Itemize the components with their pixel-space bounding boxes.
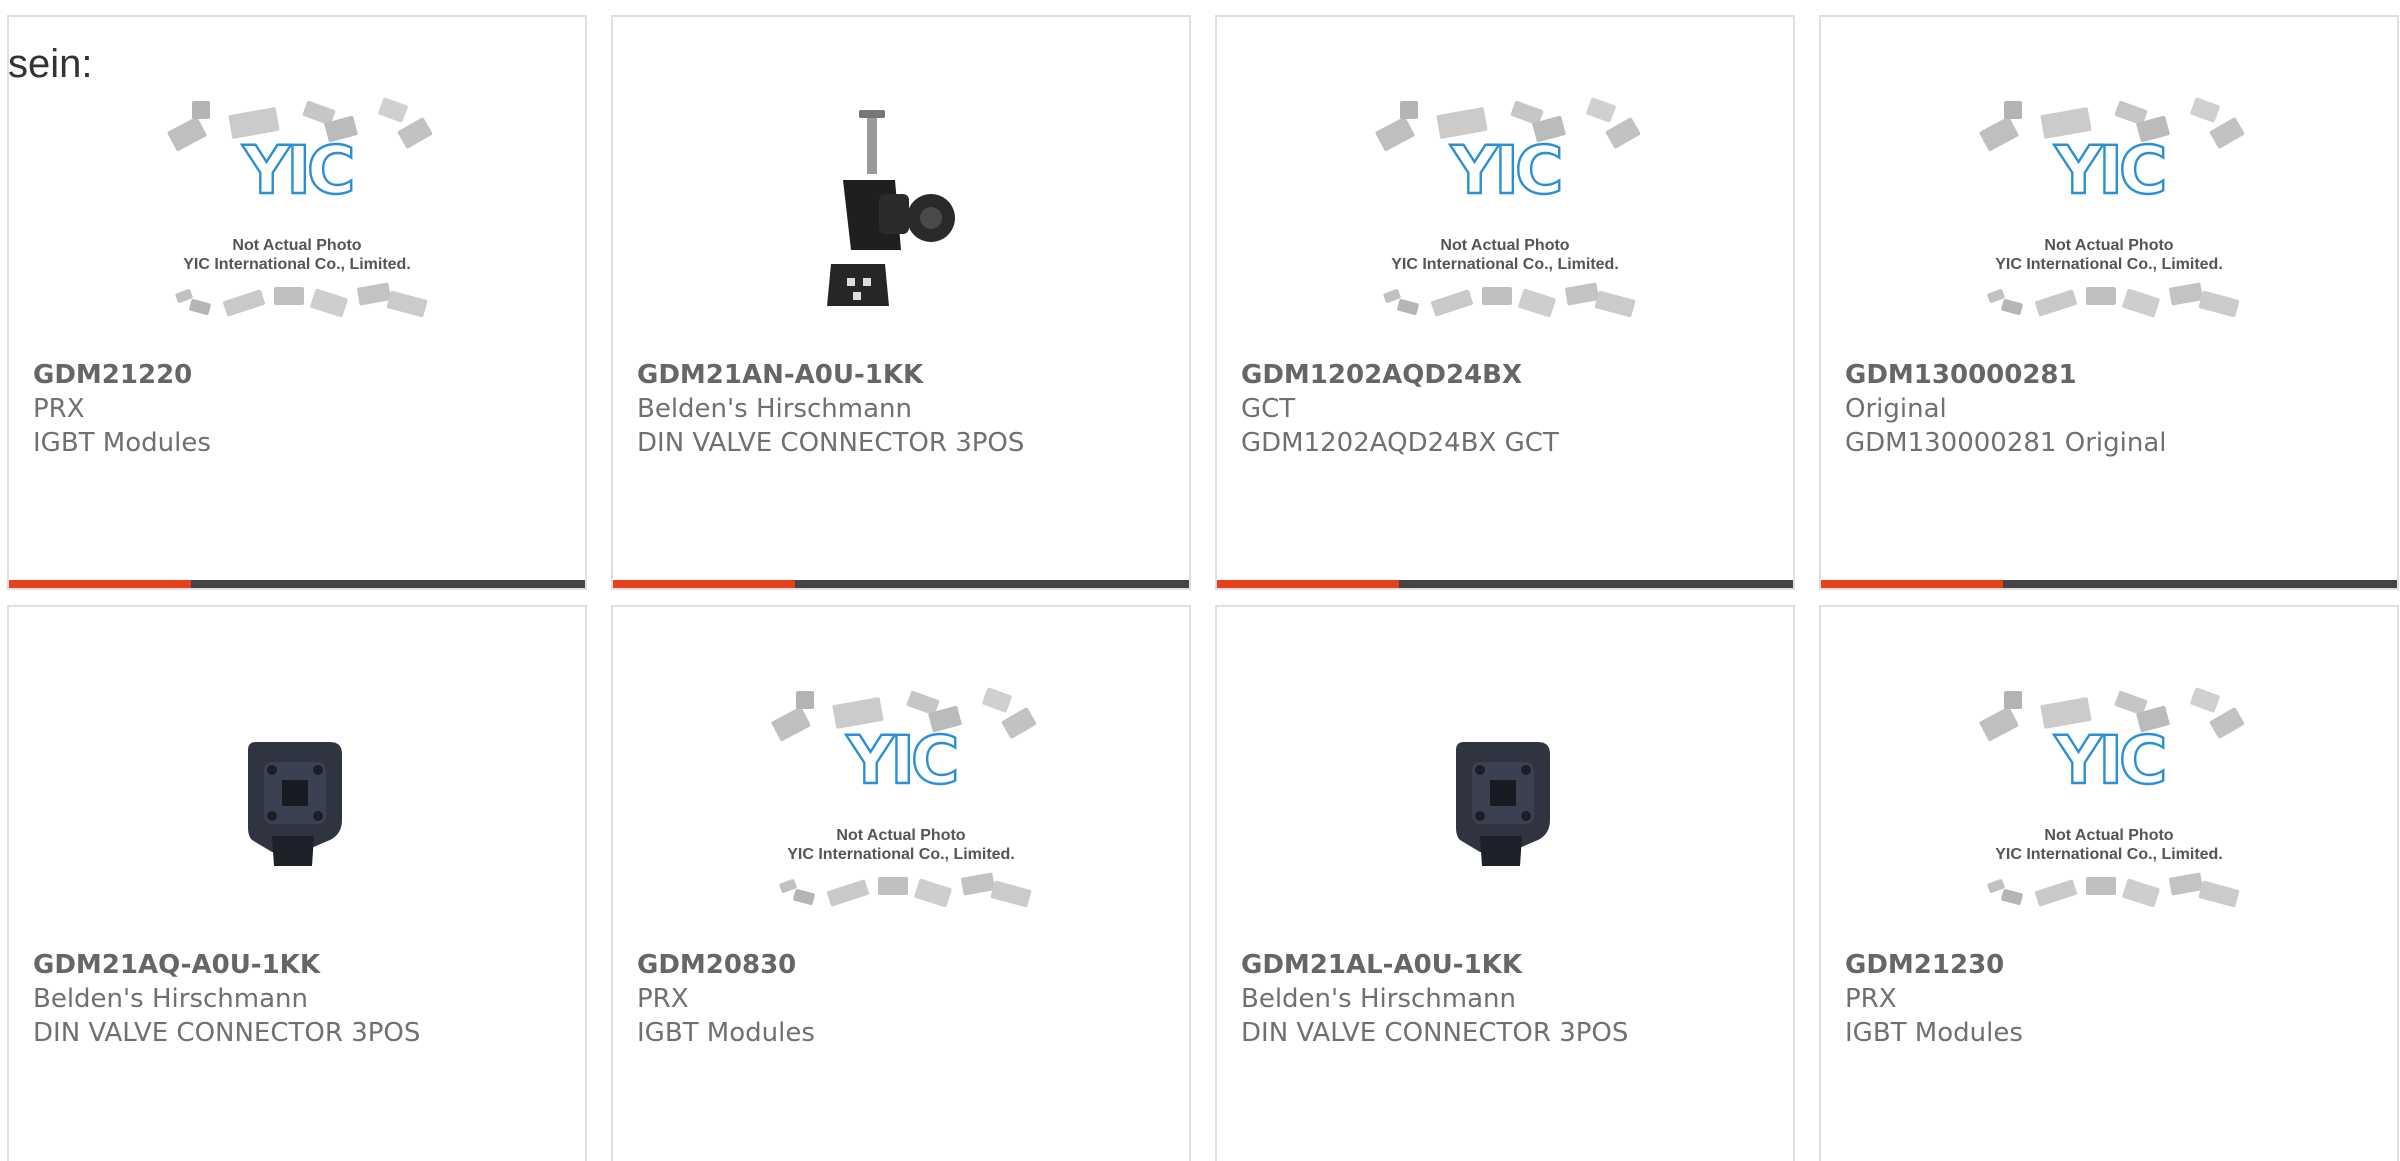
product-description: GDM130000281 Original: [1845, 428, 2167, 458]
product-info: GDM130000281 Original GDM130000281 Origi…: [1845, 358, 2166, 460]
product-manufacturer: Belden's Hirschmann: [33, 984, 308, 1014]
product-card-gdm20830[interactable]: YIC Not Actual Photo YIC International C…: [611, 605, 1191, 1161]
product-part-number[interactable]: GDM130000281: [1845, 358, 2166, 392]
svg-text:YIC International Co., Limited: YIC International Co., Limited.: [1391, 256, 1619, 273]
product-card-gdm21230[interactable]: YIC Not Actual Photo YIC International C…: [1819, 605, 2399, 1161]
svg-text:YIC International Co., Limited: YIC International Co., Limited.: [1995, 256, 2223, 273]
product-card-gdm1202aqd24bx[interactable]: YIC Not Actual Photo YIC International C…: [1215, 15, 1795, 590]
product-description: IGBT Modules: [1845, 1018, 2023, 1048]
svg-text:Not Actual Photo: Not Actual Photo: [2044, 237, 2173, 254]
svg-text:Not Actual Photo: Not Actual Photo: [2044, 827, 2173, 844]
product-card-gdm21aq-a0u-1kk[interactable]: GDM21AQ-A0U-1KK Belden's Hirschmann DIN …: [7, 605, 587, 1161]
product-description: IGBT Modules: [637, 1018, 815, 1048]
svg-text:YIC: YIC: [846, 722, 956, 799]
svg-text:YIC International Co., Limited: YIC International Co., Limited.: [1995, 846, 2223, 863]
card-accent-bar: [1217, 580, 1793, 588]
product-info: GDM21220 PRX IGBT Modules: [33, 358, 211, 460]
product-manufacturer: Original: [1845, 394, 1947, 424]
product-image[interactable]: YIC Not Actual Photo YIC International C…: [1821, 57, 2397, 372]
product-card-gdm130000281[interactable]: YIC Not Actual Photo YIC International C…: [1819, 15, 2399, 590]
svg-text:YIC: YIC: [242, 132, 352, 209]
product-manufacturer: PRX: [1845, 984, 1897, 1014]
product-card-gdm21al-a0u-1kk[interactable]: GDM21AL-A0U-1KK Belden's Hirschmann DIN …: [1215, 605, 1795, 1161]
yic-placeholder-icon: YIC Not Actual Photo YIC International C…: [167, 97, 432, 317]
svg-text:Not Actual Photo: Not Actual Photo: [836, 827, 965, 844]
product-manufacturer: PRX: [33, 394, 85, 424]
product-info: GDM21AN-A0U-1KK Belden's Hirschmann DIN …: [637, 358, 1024, 460]
product-image[interactable]: [1217, 647, 1793, 962]
product-manufacturer: GCT: [1241, 394, 1296, 424]
dark-bar-segment: [795, 580, 1189, 588]
svg-text:Not Actual Photo: Not Actual Photo: [1440, 237, 1569, 254]
product-info: GDM21AQ-A0U-1KK Belden's Hirschmann DIN …: [33, 948, 420, 1050]
accent-bar-segment: [9, 580, 191, 588]
svg-text:YIC: YIC: [2054, 132, 2164, 209]
product-image[interactable]: YIC Not Actual Photo YIC International C…: [613, 647, 1189, 962]
product-manufacturer: Belden's Hirschmann: [637, 394, 912, 424]
svg-text:YIC: YIC: [2054, 722, 2164, 799]
accent-bar-segment: [1821, 580, 2003, 588]
product-image[interactable]: YIC Not Actual Photo YIC International C…: [1821, 647, 2397, 962]
product-part-number[interactable]: GDM1202AQD24BX: [1241, 358, 1559, 392]
yic-placeholder-icon: YIC Not Actual Photo YIC International C…: [771, 687, 1036, 907]
product-description: DIN VALVE CONNECTOR 3POS: [1241, 1018, 1629, 1048]
product-manufacturer: PRX: [637, 984, 689, 1014]
product-image[interactable]: [9, 647, 585, 962]
card-accent-bar: [1821, 580, 2397, 588]
card-accent-bar: [613, 580, 1189, 588]
product-card-gdm21220[interactable]: YIC Not Actual Photo YIC International C…: [7, 15, 587, 590]
product-part-number[interactable]: GDM21AN-A0U-1KK: [637, 358, 1024, 392]
product-description: DIN VALVE CONNECTOR 3POS: [33, 1018, 421, 1048]
product-info: GDM20830 PRX IGBT Modules: [637, 948, 815, 1050]
product-part-number[interactable]: GDM20830: [637, 948, 815, 982]
dark-bar-segment: [1399, 580, 1793, 588]
accent-bar-segment: [613, 580, 795, 588]
product-part-number[interactable]: GDM21AQ-A0U-1KK: [33, 948, 420, 982]
dark-bar-segment: [191, 580, 585, 588]
product-part-number[interactable]: GDM21AL-A0U-1KK: [1241, 948, 1628, 982]
product-description: IGBT Modules: [33, 428, 211, 458]
intro-text: sein:: [8, 42, 93, 86]
yic-placeholder-icon: YIC Not Actual Photo YIC International C…: [1979, 687, 2244, 907]
svg-text:YIC International Co., Limited: YIC International Co., Limited.: [787, 846, 1015, 863]
product-image[interactable]: YIC Not Actual Photo YIC International C…: [1217, 57, 1793, 372]
svg-text:Not Actual Photo: Not Actual Photo: [232, 237, 361, 254]
product-card-gdm21an-a0u-1kk[interactable]: GDM21AN-A0U-1KK Belden's Hirschmann DIN …: [611, 15, 1191, 590]
product-description: GDM1202AQD24BX GCT: [1241, 428, 1559, 458]
product-description: DIN VALVE CONNECTOR 3POS: [637, 428, 1025, 458]
product-info: GDM21230 PRX IGBT Modules: [1845, 948, 2023, 1050]
yic-placeholder-icon: YIC Not Actual Photo YIC International C…: [1979, 97, 2244, 317]
product-listing-page: sein: YIC Not Actual Photo YIC Internati…: [0, 0, 2400, 1161]
card-accent-bar: [9, 580, 585, 588]
product-image[interactable]: YIC Not Actual Photo YIC International C…: [9, 57, 585, 372]
yic-placeholder-icon: YIC Not Actual Photo YIC International C…: [1375, 97, 1640, 317]
svg-text:YIC International Co., Limited: YIC International Co., Limited.: [183, 256, 411, 273]
product-info: GDM1202AQD24BX GCT GDM1202AQD24BX GCT: [1241, 358, 1559, 460]
product-manufacturer: Belden's Hirschmann: [1241, 984, 1516, 1014]
din-valve-connector-kit-icon: [827, 109, 955, 306]
product-part-number[interactable]: GDM21220: [33, 358, 211, 392]
din-valve-connector-icon: [1456, 741, 1550, 866]
accent-bar-segment: [1217, 580, 1399, 588]
svg-text:YIC: YIC: [1450, 132, 1560, 209]
din-valve-connector-icon: [248, 741, 342, 866]
dark-bar-segment: [2003, 580, 2397, 588]
product-part-number[interactable]: GDM21230: [1845, 948, 2023, 982]
product-info: GDM21AL-A0U-1KK Belden's Hirschmann DIN …: [1241, 948, 1628, 1050]
product-image[interactable]: [613, 57, 1189, 372]
product-grid: YIC Not Actual Photo YIC International C…: [7, 15, 2399, 1161]
